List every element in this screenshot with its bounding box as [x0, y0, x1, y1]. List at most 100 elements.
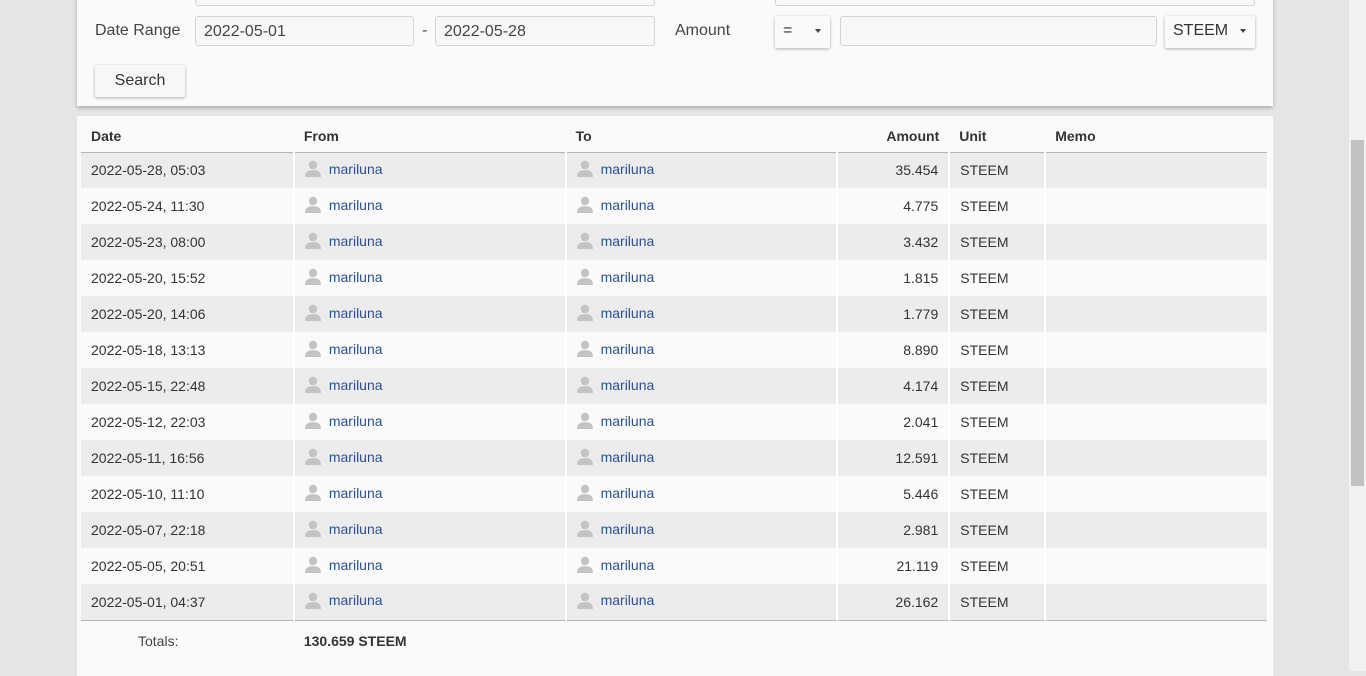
to-user-link[interactable]: mariluna — [601, 269, 655, 285]
from-user[interactable]: mariluna — [304, 412, 383, 429]
table-row: 2022-05-01, 04:37 mariluna mariluna 26.162 S… — [81, 584, 1269, 620]
cell-amount: 12.591 — [837, 440, 951, 476]
search-button[interactable]: Search — [95, 65, 185, 97]
cell-unit: STEEM — [949, 548, 1047, 584]
from-user-link[interactable]: mariluna — [329, 377, 383, 393]
cell-unit: STEEM — [949, 152, 1047, 188]
unit-select[interactable]: STEEM — [1165, 16, 1255, 48]
from-user[interactable]: mariluna — [304, 232, 383, 249]
from-user[interactable]: mariluna — [304, 556, 383, 573]
from-user-link[interactable]: mariluna — [329, 197, 383, 213]
to-user-link[interactable]: mariluna — [601, 305, 655, 321]
from-user-link[interactable]: mariluna — [329, 557, 383, 573]
cell-memo — [1045, 584, 1269, 620]
user-silhouette-icon — [576, 196, 593, 213]
user-silhouette-icon — [304, 556, 321, 573]
cell-amount: 26.162 — [837, 584, 951, 620]
date-to-input[interactable]: 2022-05-28 — [435, 16, 655, 46]
cell-from: mariluna — [293, 440, 567, 476]
user-silhouette-icon — [304, 484, 321, 501]
table-row: 2022-05-18, 13:13 mariluna mariluna 8.890 ST… — [81, 332, 1269, 368]
from-user-link[interactable]: mariluna — [329, 341, 383, 357]
amount-operator-value: = — [783, 22, 793, 39]
to-user-link[interactable]: mariluna — [601, 161, 655, 177]
cell-amount: 3.432 — [837, 224, 951, 260]
to-user[interactable]: mariluna — [576, 592, 655, 609]
from-user-link[interactable]: mariluna — [329, 449, 383, 465]
scrollbar-track[interactable] — [1349, 0, 1366, 671]
user-silhouette-icon — [304, 304, 321, 321]
cell-from: mariluna — [293, 224, 567, 260]
cell-amount: 35.454 — [837, 152, 951, 188]
from-user-link[interactable]: mariluna — [329, 233, 383, 249]
to-user[interactable]: mariluna — [576, 304, 655, 321]
to-user[interactable]: mariluna — [576, 340, 655, 357]
amount-operator-select[interactable]: = — [775, 16, 830, 48]
cell-to: mariluna — [565, 188, 839, 224]
from-user-link[interactable]: mariluna — [329, 521, 383, 537]
header-from[interactable]: From — [293, 120, 566, 153]
from-user-link[interactable]: mariluna — [329, 161, 383, 177]
header-unit[interactable]: Unit — [949, 120, 1046, 153]
to-user-link[interactable]: mariluna — [601, 521, 655, 537]
cell-unit: STEEM — [949, 476, 1047, 512]
to-user-link[interactable]: mariluna — [601, 197, 655, 213]
from-user[interactable]: mariluna — [304, 520, 383, 537]
to-user-link[interactable]: mariluna — [601, 485, 655, 501]
from-user-link[interactable]: mariluna — [329, 592, 383, 608]
header-amount[interactable]: Amount — [837, 120, 950, 153]
to-user-link[interactable]: mariluna — [601, 413, 655, 429]
header-to[interactable]: To — [565, 120, 838, 153]
to-user[interactable]: mariluna — [576, 268, 655, 285]
scrollbar-thumb[interactable] — [1351, 140, 1364, 486]
date-from-input[interactable]: 2022-05-01 — [195, 16, 414, 46]
from-user[interactable]: mariluna — [304, 268, 383, 285]
cell-memo — [1045, 332, 1269, 368]
cell-from: mariluna — [293, 152, 567, 188]
from-user[interactable]: mariluna — [304, 196, 383, 213]
totals-label: Totals: — [81, 619, 294, 662]
to-user[interactable]: mariluna — [576, 520, 655, 537]
from-user[interactable]: mariluna — [304, 448, 383, 465]
to-user[interactable]: mariluna — [576, 556, 655, 573]
to-user[interactable]: mariluna — [576, 160, 655, 178]
amount-value-input[interactable] — [840, 16, 1157, 46]
from-user[interactable]: mariluna — [304, 592, 383, 609]
from-user[interactable]: mariluna — [304, 340, 383, 357]
table-row: 2022-05-23, 08:00 mariluna mariluna 3.432 ST… — [81, 224, 1269, 260]
from-user[interactable]: mariluna — [304, 376, 383, 393]
to-user[interactable]: mariluna — [576, 448, 655, 465]
cell-memo — [1045, 512, 1269, 548]
user-silhouette-icon — [576, 304, 593, 321]
user-silhouette-icon — [304, 268, 321, 285]
cell-memo — [1045, 548, 1269, 584]
from-user-link[interactable]: mariluna — [329, 269, 383, 285]
from-user-link[interactable]: mariluna — [329, 485, 383, 501]
cell-from: mariluna — [293, 368, 567, 404]
to-user[interactable]: mariluna — [576, 376, 655, 393]
to-user[interactable]: mariluna — [576, 232, 655, 249]
to-user-link[interactable]: mariluna — [601, 557, 655, 573]
to-user[interactable]: mariluna — [576, 412, 655, 429]
from-user[interactable]: mariluna — [304, 484, 383, 501]
top-field-partial-right[interactable] — [775, 0, 1255, 6]
to-user[interactable]: mariluna — [576, 196, 655, 213]
user-silhouette-icon — [304, 412, 321, 429]
from-user[interactable]: mariluna — [304, 160, 383, 178]
from-user-link[interactable]: mariluna — [329, 413, 383, 429]
to-user-link[interactable]: mariluna — [601, 377, 655, 393]
to-user-link[interactable]: mariluna — [601, 341, 655, 357]
top-field-partial-left[interactable] — [195, 0, 655, 6]
header-date[interactable]: Date — [81, 120, 294, 153]
from-user-link[interactable]: mariluna — [329, 305, 383, 321]
to-user-link[interactable]: mariluna — [601, 592, 655, 608]
user-silhouette-icon — [576, 484, 593, 501]
cell-from: mariluna — [293, 512, 567, 548]
to-user-link[interactable]: mariluna — [601, 233, 655, 249]
cell-to: mariluna — [565, 548, 839, 584]
to-user[interactable]: mariluna — [576, 484, 655, 501]
date-separator: - — [422, 22, 428, 39]
header-memo[interactable]: Memo — [1045, 120, 1268, 153]
from-user[interactable]: mariluna — [304, 304, 383, 321]
to-user-link[interactable]: mariluna — [601, 449, 655, 465]
